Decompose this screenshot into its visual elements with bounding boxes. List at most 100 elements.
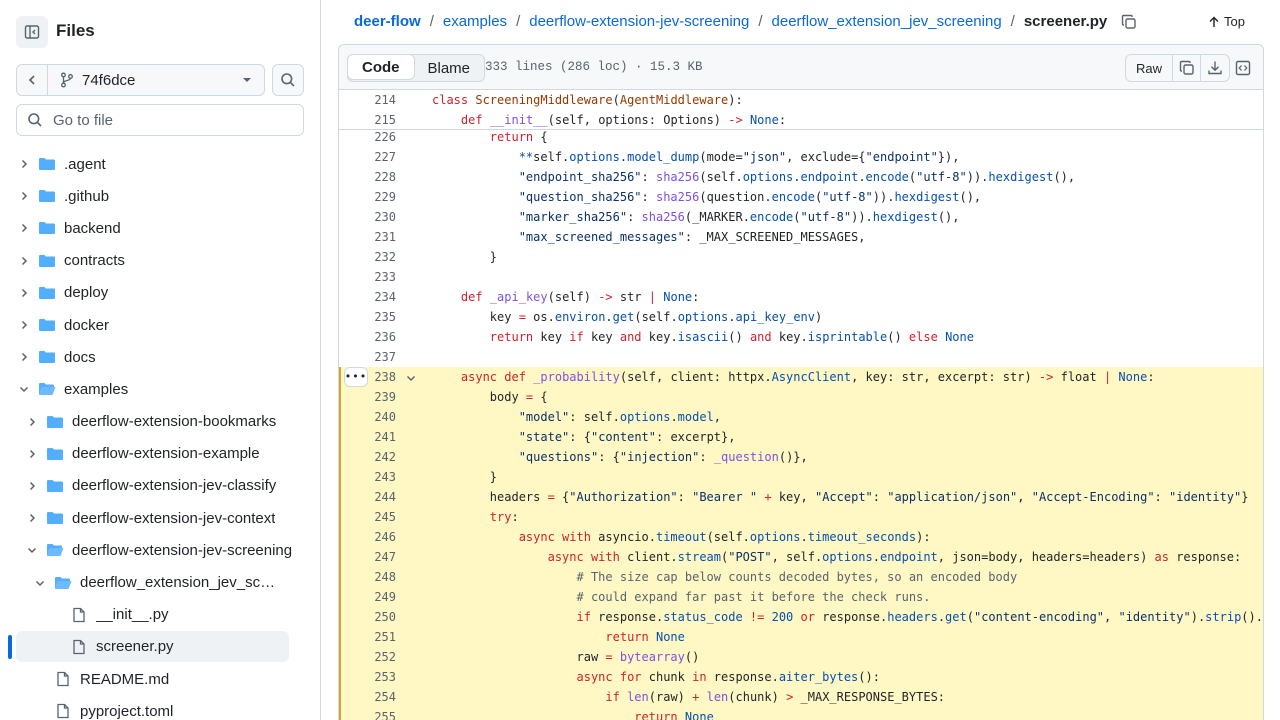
- line-number[interactable]: 231: [339, 227, 396, 247]
- line-number[interactable]: 233: [339, 267, 396, 287]
- line-number[interactable]: 247: [339, 547, 396, 567]
- line-number[interactable]: 246: [339, 527, 396, 547]
- sidebar-title: Files: [56, 21, 95, 40]
- collapse-sidebar-button[interactable]: [16, 16, 48, 48]
- line-number[interactable]: 250: [339, 607, 396, 627]
- chevron-right-icon[interactable]: [16, 253, 32, 269]
- top-label: Top: [1224, 14, 1245, 29]
- chevron-right-icon[interactable]: [16, 317, 32, 333]
- tree-file[interactable]: __init__.py: [0, 599, 320, 631]
- search-button[interactable]: [272, 64, 304, 96]
- download-icon: [1208, 61, 1222, 75]
- tab-blame[interactable]: Blame: [414, 55, 485, 81]
- line-options-button[interactable]: •••: [344, 367, 368, 387]
- tree-file[interactable]: README.md: [0, 663, 320, 695]
- tree-folder[interactable]: .github: [0, 180, 320, 212]
- line-number[interactable]: 252: [339, 647, 396, 667]
- chevron-right-icon[interactable]: [24, 414, 40, 430]
- tree-folder[interactable]: deerflow-extension-jev-screening: [0, 534, 320, 566]
- line-number[interactable]: 254: [339, 687, 396, 707]
- tree-folder[interactable]: .agent: [0, 148, 320, 180]
- arrow-up-icon: [1209, 16, 1219, 27]
- line-number[interactable]: 251: [339, 627, 396, 647]
- code-text: "questions": {"injection": _question()},: [518, 450, 808, 464]
- tree-folder[interactable]: deerflow-extension-bookmarks: [0, 406, 320, 438]
- tree-file[interactable]: screener.py: [0, 630, 320, 663]
- line-number[interactable]: 253: [339, 667, 396, 687]
- code-text: raw = bytearray(): [432, 650, 700, 664]
- line-number[interactable]: 228: [339, 167, 396, 187]
- code-view: 214 class ScreeningMiddleware(AgentMiddle…: [338, 90, 1264, 720]
- line-number[interactable]: 230: [339, 207, 396, 227]
- chevron-right-icon[interactable]: [16, 349, 32, 365]
- tree-folder[interactable]: deerflow-extension-example: [0, 438, 320, 470]
- tree-folder[interactable]: deerflow-extension-jev-context: [0, 502, 320, 534]
- breadcrumb-link-extension[interactable]: deerflow-extension-jev-screening: [529, 13, 749, 30]
- back-button[interactable]: [17, 65, 48, 95]
- chevron-right-icon[interactable]: [16, 220, 32, 236]
- code-line: 241 "state": {"content": excerpt},: [339, 427, 1263, 447]
- code-text: class ScreeningMiddleware(AgentMiddlewar…: [432, 93, 743, 107]
- tree-folder[interactable]: examples: [0, 373, 320, 405]
- code-line: 227 **self.options.model_dump(mode="json…: [339, 147, 1263, 167]
- line-number[interactable]: 248: [339, 567, 396, 587]
- line-number[interactable]: 215: [339, 110, 396, 130]
- breadcrumb-repo-link[interactable]: deer-flow: [354, 13, 421, 30]
- breadcrumb-separator: /: [1010, 13, 1015, 30]
- chevron-right-icon[interactable]: [24, 478, 40, 494]
- chevron-down-icon[interactable]: [24, 542, 40, 558]
- chevron-right-icon[interactable]: [16, 188, 32, 204]
- line-number[interactable]: 244: [339, 487, 396, 507]
- chevron-right-icon[interactable]: [24, 510, 40, 526]
- line-number[interactable]: 245: [339, 507, 396, 527]
- line-number[interactable]: 234: [339, 287, 396, 307]
- breadcrumb-link-examples[interactable]: examples: [443, 13, 507, 30]
- symbols-panel-button[interactable]: [1229, 54, 1257, 82]
- tab-code[interactable]: Code: [347, 54, 415, 80]
- line-number[interactable]: 235: [339, 307, 396, 327]
- download-button[interactable]: [1201, 55, 1229, 81]
- line-number[interactable]: 232: [339, 247, 396, 267]
- file-actions: Raw: [1125, 54, 1231, 82]
- line-number[interactable]: 239: [339, 387, 396, 407]
- line-number[interactable]: 255: [339, 707, 396, 720]
- tree-folder[interactable]: backend: [0, 212, 320, 244]
- chevron-right-icon[interactable]: [16, 285, 32, 301]
- tree-folder[interactable]: contracts: [0, 245, 320, 277]
- breadcrumb-link-package[interactable]: deerflow_extension_jev_screening: [772, 13, 1002, 30]
- chevron-down-icon[interactable]: [32, 575, 48, 591]
- tree-folder[interactable]: deploy: [0, 277, 320, 309]
- chevron-down-icon[interactable]: [16, 381, 32, 397]
- chevron-right-icon[interactable]: [16, 156, 32, 172]
- line-number[interactable]: 243: [339, 467, 396, 487]
- line-number[interactable]: 229: [339, 187, 396, 207]
- raw-button[interactable]: Raw: [1126, 55, 1174, 81]
- tree-folder[interactable]: deerflow_extension_jev_scre…: [0, 566, 320, 598]
- line-number[interactable]: 227: [339, 147, 396, 167]
- branch-dropdown[interactable]: 74f6dce: [48, 65, 264, 95]
- line-number[interactable]: 236: [339, 327, 396, 347]
- line-number[interactable]: 241: [339, 427, 396, 447]
- code-text: if response.status_code != 200 or respon…: [576, 610, 1264, 624]
- tree-file[interactable]: pyproject.toml: [0, 695, 320, 720]
- folder-icon: [46, 478, 64, 494]
- line-number[interactable]: 226: [339, 127, 396, 147]
- tree-folder[interactable]: deerflow-extension-jev-classify: [0, 470, 320, 502]
- line-number[interactable]: 242: [339, 447, 396, 467]
- tree-folder[interactable]: docs: [0, 341, 320, 373]
- go-to-file-input[interactable]: [53, 111, 283, 129]
- tree-item-label: deerflow-extension-jev-screening: [72, 541, 293, 559]
- line-number[interactable]: 214: [339, 90, 396, 110]
- copy-path-button[interactable]: [1121, 14, 1137, 30]
- tree-item-label: screener.py: [96, 638, 174, 656]
- copy-icon: [1179, 60, 1194, 75]
- chevron-right-icon[interactable]: [24, 446, 40, 462]
- tree-folder[interactable]: docker: [0, 309, 320, 341]
- line-number[interactable]: 237: [339, 347, 396, 367]
- code-text: async with asyncio.timeout(self.options.…: [518, 530, 931, 544]
- line-number[interactable]: 249: [339, 587, 396, 607]
- copy-raw-button[interactable]: [1173, 55, 1202, 81]
- top-button[interactable]: Top: [1208, 14, 1245, 29]
- line-number[interactable]: 240: [339, 407, 396, 427]
